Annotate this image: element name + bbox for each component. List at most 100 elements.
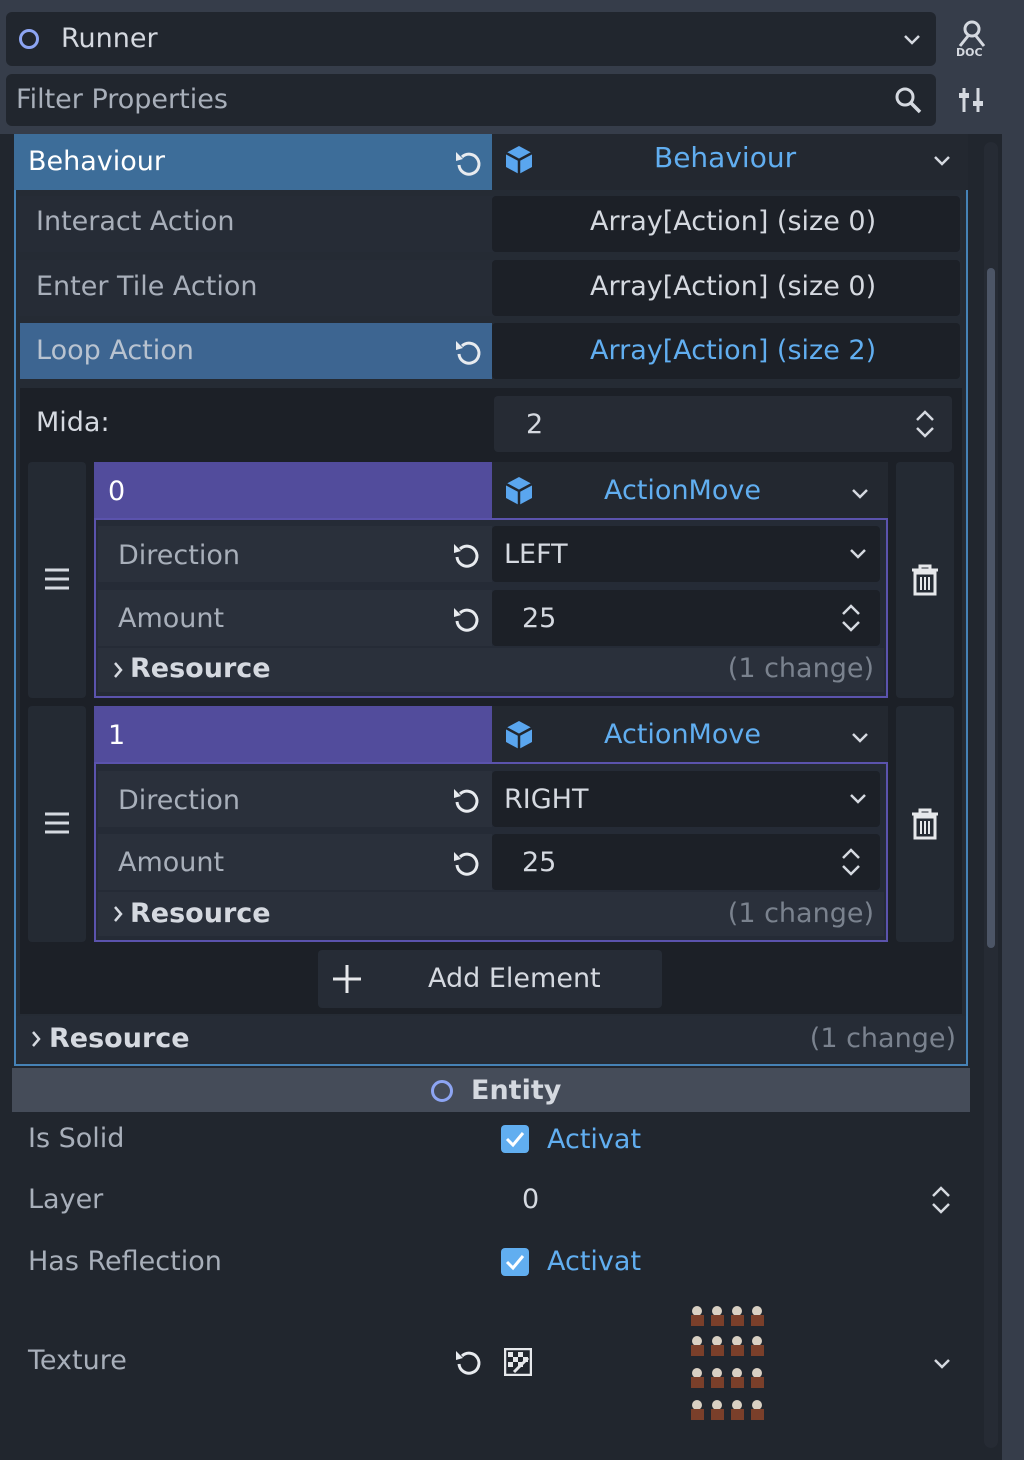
layer-spinbox[interactable]: 0: [492, 1172, 968, 1228]
revert-icon[interactable]: [454, 337, 484, 367]
trash-icon[interactable]: [910, 564, 940, 596]
scrollbar-thumb[interactable]: [987, 268, 995, 948]
enter-tile-action-array-button[interactable]: Array[Action] (size 0): [492, 260, 960, 316]
property-row-loop-action[interactable]: Loop Action: [20, 323, 492, 379]
behaviour-resource-label: Resource: [49, 1023, 190, 1054]
behaviour-resource-picker[interactable]: Behaviour: [492, 134, 968, 190]
element-1-resource-section[interactable]: Resource (1 change): [98, 892, 884, 936]
enter-tile-action-value: Array[Action] (size 0): [590, 271, 877, 302]
filter-placeholder: Filter Properties: [16, 84, 228, 115]
element-0-amount-label: Amount: [118, 603, 225, 634]
delete-element-1[interactable]: [896, 706, 954, 942]
element-0-index-label: 0: [108, 476, 126, 507]
chevron-down-icon[interactable]: [902, 30, 922, 50]
element-0-type-picker[interactable]: ActionMove: [492, 462, 888, 520]
element-1-amount-value: 25: [522, 847, 557, 878]
node-name: Runner: [61, 23, 158, 54]
has-reflection-checkbox[interactable]: Activat: [492, 1236, 968, 1288]
behaviour-property-label[interactable]: Behaviour: [14, 134, 492, 190]
element-0-amount-value: 25: [522, 603, 557, 634]
element-0-direction-row: Direction: [98, 526, 492, 582]
drag-handle-element-1[interactable]: [28, 706, 86, 942]
drag-handle-icon[interactable]: [43, 810, 71, 836]
behaviour-resource-changes: (1 change): [809, 1023, 956, 1054]
has-reflection-value: Activat: [547, 1246, 642, 1277]
chevron-down-icon[interactable]: [932, 151, 952, 171]
revert-icon[interactable]: [454, 1347, 484, 1377]
add-element-button[interactable]: Add Element: [318, 950, 662, 1008]
node-selector[interactable]: Runner: [6, 12, 936, 66]
revert-icon[interactable]: [452, 785, 482, 815]
chevron-down-icon[interactable]: [850, 484, 870, 504]
behaviour-resource-section[interactable]: Resource (1 change): [16, 1016, 966, 1062]
element-1-amount-row: Amount: [98, 834, 492, 890]
element-1-direction-label: Direction: [118, 785, 240, 816]
element-1-type-picker[interactable]: ActionMove: [492, 706, 888, 764]
array-size-label: Mida:: [36, 407, 110, 438]
property-label-texture: Texture: [28, 1345, 127, 1376]
chevron-down-icon[interactable]: [932, 1354, 952, 1374]
chevron-right-icon[interactable]: [112, 904, 124, 924]
chevron-down-icon[interactable]: [848, 789, 868, 809]
interact-action-value: Array[Action] (size 0): [590, 206, 877, 237]
node-circle-icon: [18, 28, 40, 50]
layer-value: 0: [522, 1184, 540, 1215]
spinner-icon[interactable]: [840, 846, 862, 878]
tools-icon[interactable]: [958, 84, 988, 114]
element-0-direction-label: Direction: [118, 540, 240, 571]
cube-icon: [504, 144, 534, 176]
trash-icon[interactable]: [910, 808, 940, 840]
chevron-right-icon[interactable]: [112, 660, 124, 680]
checkbox-checked-icon[interactable]: [501, 1125, 529, 1153]
cube-icon: [504, 719, 534, 751]
spinner-icon[interactable]: [930, 1184, 952, 1216]
property-label-layer: Layer: [28, 1184, 104, 1215]
revert-icon[interactable]: [452, 540, 482, 570]
spinner-icon[interactable]: [840, 602, 862, 634]
behaviour-value-label: Behaviour: [654, 141, 797, 174]
element-0-resource-changes: (1 change): [727, 653, 874, 684]
property-label-is-solid: Is Solid: [28, 1123, 125, 1154]
plus-icon: [332, 964, 362, 994]
svg-text:DOC: DOC: [956, 46, 983, 58]
revert-icon[interactable]: [452, 848, 482, 878]
texture-picker[interactable]: [492, 1296, 968, 1426]
chevron-down-icon[interactable]: [848, 544, 868, 564]
search-icon[interactable]: [894, 86, 922, 114]
add-element-label: Add Element: [428, 963, 601, 994]
checkbox-checked-icon[interactable]: [501, 1248, 529, 1276]
chevron-right-icon[interactable]: [30, 1029, 42, 1049]
filter-properties-input[interactable]: Filter Properties: [6, 74, 936, 126]
doc-icon[interactable]: DOC: [954, 20, 990, 58]
element-0-direction-select[interactable]: LEFT: [492, 526, 880, 582]
array-size-spinbox[interactable]: 2: [494, 396, 952, 452]
drag-handle-element-0[interactable]: [28, 462, 86, 698]
property-label-interact-action: Interact Action: [36, 206, 235, 237]
element-0-amount-spinbox[interactable]: 25: [492, 590, 880, 646]
texture-preview-icon: [688, 1302, 770, 1424]
loop-action-array-button[interactable]: Array[Action] (size 2): [492, 323, 960, 379]
chevron-down-icon[interactable]: [850, 728, 870, 748]
drag-handle-icon[interactable]: [43, 566, 71, 592]
element-1-type: ActionMove: [604, 719, 761, 750]
revert-icon[interactable]: [454, 148, 484, 178]
element-1-index: 1: [94, 706, 492, 764]
element-1-direction-value: RIGHT: [504, 784, 589, 815]
element-1-resource-label: Resource: [130, 898, 271, 929]
element-0-direction-value: LEFT: [504, 539, 568, 570]
revert-icon[interactable]: [452, 604, 482, 634]
delete-element-0[interactable]: [896, 462, 954, 698]
element-1-direction-select[interactable]: RIGHT: [492, 771, 880, 827]
interact-action-array-button[interactable]: Array[Action] (size 0): [492, 196, 960, 252]
element-0-index: 0: [94, 462, 492, 520]
entity-title: Entity: [471, 1075, 562, 1106]
element-0-type: ActionMove: [604, 475, 761, 506]
element-0-amount-row: Amount: [98, 590, 492, 646]
is-solid-checkbox[interactable]: Activat: [492, 1114, 968, 1164]
spinner-icon[interactable]: [914, 408, 936, 440]
entity-section-header[interactable]: Entity: [12, 1068, 970, 1112]
element-1-amount-spinbox[interactable]: 25: [492, 834, 880, 890]
node-circle-icon: [430, 1079, 454, 1103]
element-0-resource-section[interactable]: Resource (1 change): [98, 648, 884, 692]
array-size-value: 2: [526, 409, 544, 440]
